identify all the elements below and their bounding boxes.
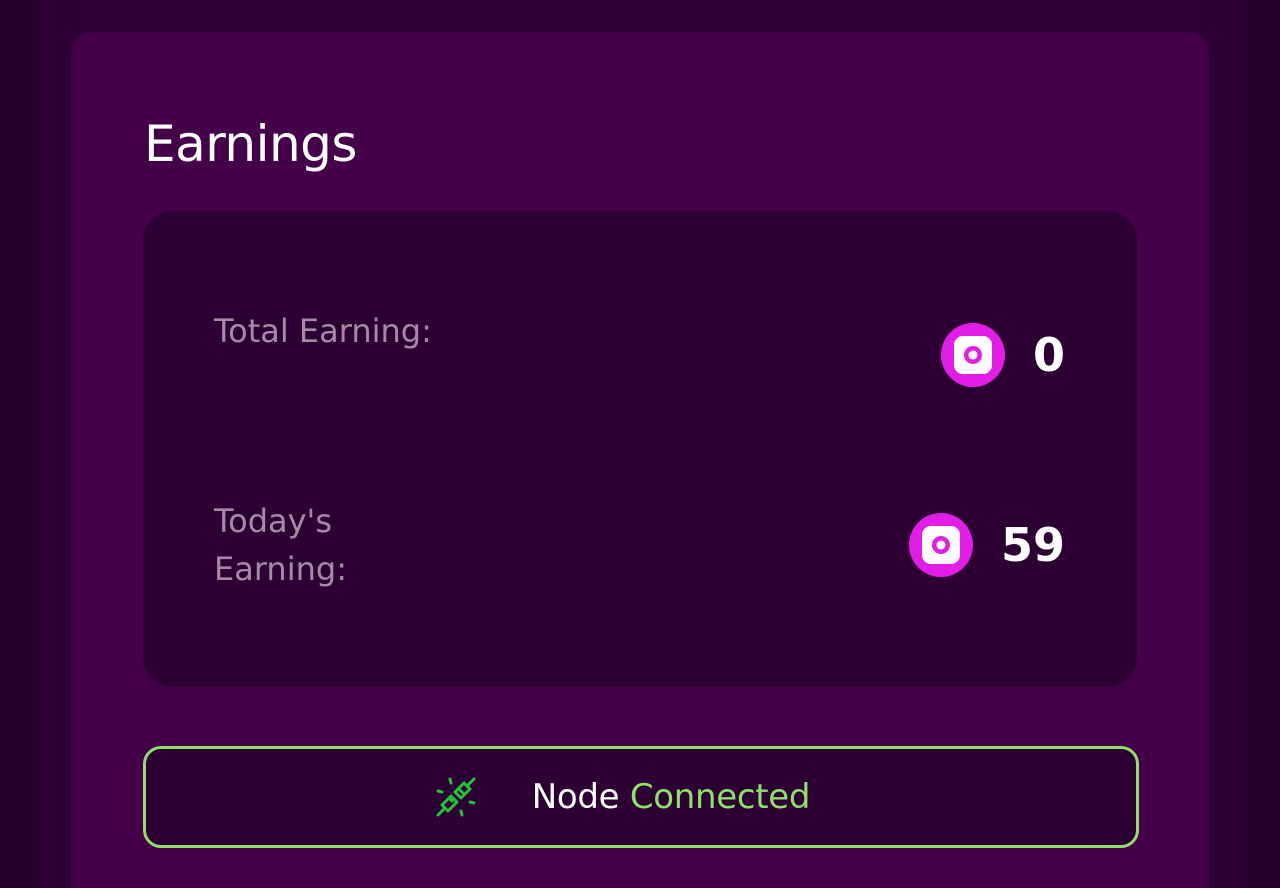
node-status-button[interactable]: Node Connected xyxy=(143,746,1139,848)
node-label: Node xyxy=(531,777,620,817)
earnings-summary-box: Total Earning: 0 Today's Earning: 59 xyxy=(143,211,1137,687)
today-earning-label: Today's Earning: xyxy=(214,502,347,588)
today-earning-value: 59 xyxy=(1000,518,1065,572)
node-status-text: Node Connected xyxy=(531,777,811,817)
today-earning-value-group: 59 xyxy=(908,497,1065,593)
earnings-panel: Earnings Total Earning: 0 Today's Earnin… xyxy=(71,32,1209,888)
total-earning-label: Total Earning: xyxy=(214,312,432,350)
node-connection-state: Connected xyxy=(629,777,811,817)
coin-icon xyxy=(940,323,1005,387)
total-earning-value: 0 xyxy=(1032,328,1065,382)
coin-icon xyxy=(908,513,973,577)
plug-connected-icon xyxy=(436,777,476,817)
today-earning-row: Today's Earning: 59 xyxy=(143,497,1137,597)
earnings-title: Earnings xyxy=(144,115,357,173)
total-earning-row: Total Earning: 0 xyxy=(143,307,1137,407)
total-earning-value-group: 0 xyxy=(940,307,1065,403)
